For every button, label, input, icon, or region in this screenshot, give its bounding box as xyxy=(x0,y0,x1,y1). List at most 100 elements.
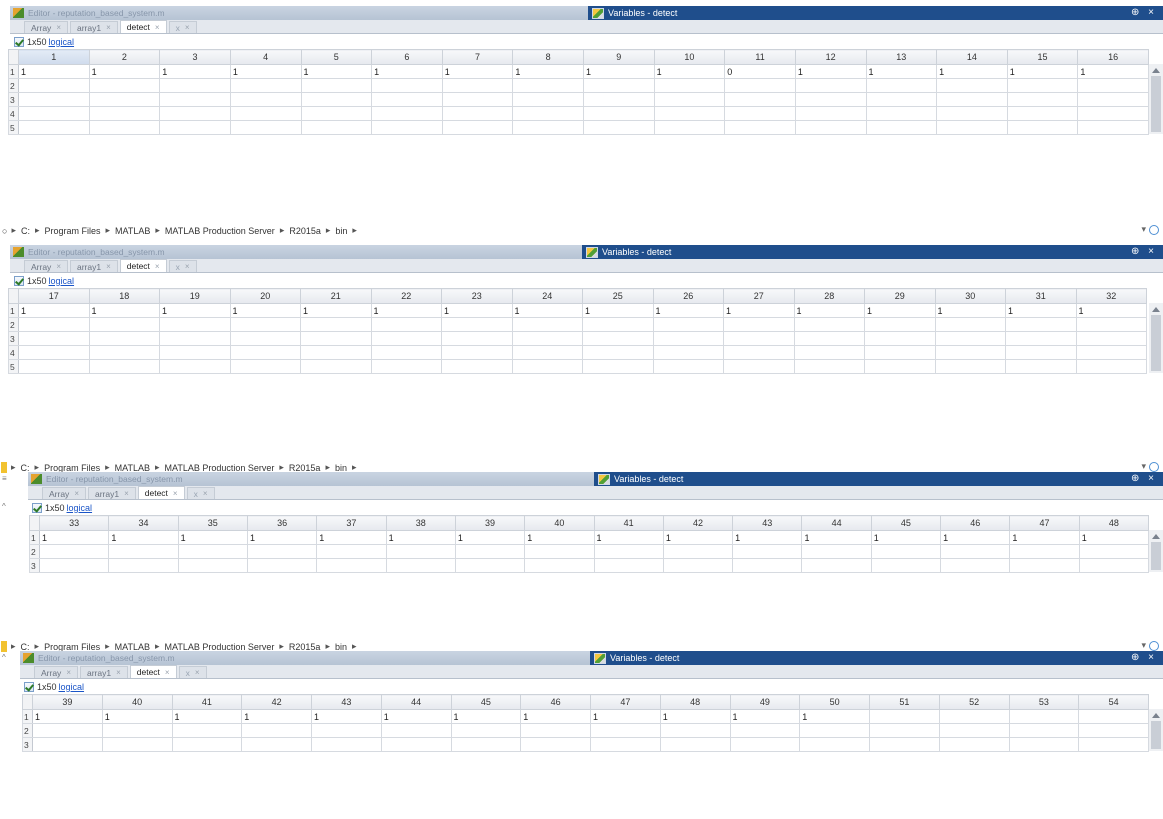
grid-cell[interactable] xyxy=(1075,317,1147,332)
search-icon[interactable] xyxy=(1149,640,1159,651)
grid-cell[interactable] xyxy=(371,78,443,93)
dropdown-arrow-icon[interactable]: ▾ xyxy=(1141,224,1146,235)
grid-corner[interactable] xyxy=(8,288,19,304)
grid-cell[interactable] xyxy=(583,120,655,135)
grid-cell[interactable] xyxy=(441,120,514,135)
breadcrumb-item[interactable]: MATLAB Production Server xyxy=(165,226,275,236)
grid-cell[interactable]: 1 xyxy=(371,64,443,79)
tab-array1[interactable]: array1 × xyxy=(69,21,118,33)
grid-cell[interactable] xyxy=(300,120,373,135)
grid-cell[interactable] xyxy=(936,78,1008,93)
grid-cell[interactable] xyxy=(653,92,726,107)
breadcrumb-item[interactable]: C: xyxy=(21,642,30,652)
tab-detect[interactable]: detect × xyxy=(129,665,177,678)
grid-cell[interactable] xyxy=(229,120,302,135)
grid-cell[interactable] xyxy=(370,345,442,360)
row-header[interactable]: 3 xyxy=(29,558,40,573)
grid-cell[interactable] xyxy=(18,317,90,332)
grid-cell[interactable] xyxy=(18,331,90,346)
grid-cell[interactable] xyxy=(370,359,442,374)
grid-cell[interactable] xyxy=(940,544,1011,559)
row-header[interactable]: 4 xyxy=(8,345,19,360)
tab-x[interactable]: x × xyxy=(178,666,207,678)
grid-cell[interactable] xyxy=(582,331,654,346)
grid-cell[interactable]: 1 xyxy=(729,709,801,724)
variable-type-link[interactable]: logical xyxy=(67,503,93,513)
grid-cell[interactable] xyxy=(869,737,940,752)
grid-cell[interactable] xyxy=(723,359,795,374)
scroll-up-icon[interactable] xyxy=(1152,307,1160,312)
column-header[interactable]: 41 xyxy=(171,694,243,710)
grid-cell[interactable] xyxy=(1077,78,1149,93)
column-header[interactable]: 32 xyxy=(1075,288,1147,304)
grid-cell[interactable] xyxy=(511,345,583,360)
grid-cell[interactable]: 1 xyxy=(101,709,173,724)
vertical-scrollbar[interactable] xyxy=(1149,303,1163,373)
tab-x[interactable]: x × xyxy=(168,21,197,33)
tab-array1[interactable]: array1 × xyxy=(69,260,118,272)
column-header[interactable]: 44 xyxy=(801,515,872,531)
column-header[interactable]: 45 xyxy=(450,694,522,710)
grid-cell[interactable] xyxy=(511,331,583,346)
grid-cell[interactable]: 1 xyxy=(865,64,938,79)
row-header[interactable]: 3 xyxy=(22,737,33,752)
grid-cell[interactable] xyxy=(177,544,248,559)
grid-cell[interactable] xyxy=(870,558,942,573)
breadcrumb-item[interactable]: Program Files xyxy=(44,642,100,652)
grid-cell[interactable] xyxy=(18,359,90,374)
editor-title-tab[interactable]: Editor - reputation_based_system.m xyxy=(10,245,582,259)
grid-cell[interactable]: 1 xyxy=(511,303,583,318)
grid-cell[interactable]: 1 xyxy=(1005,303,1077,318)
tab-detect[interactable]: detect × xyxy=(119,259,167,272)
grid-cell[interactable]: 1 xyxy=(108,530,179,545)
grid-cell[interactable] xyxy=(159,359,231,374)
grid-cell[interactable] xyxy=(316,558,387,573)
column-header[interactable]: 23 xyxy=(441,288,513,304)
tab-array[interactable]: Array × xyxy=(24,260,68,272)
grid-cell[interactable] xyxy=(662,544,734,559)
grid-cell[interactable] xyxy=(300,78,373,93)
grid-cell[interactable]: 1 xyxy=(1077,64,1149,79)
row-header[interactable]: 1 xyxy=(8,64,19,79)
column-header[interactable]: 20 xyxy=(229,288,301,304)
grid-cell[interactable]: 1 xyxy=(870,530,942,545)
column-header[interactable]: 29 xyxy=(864,288,936,304)
grid-cell[interactable] xyxy=(1078,737,1149,752)
grid-cell[interactable] xyxy=(799,723,870,738)
row-header[interactable]: 1 xyxy=(8,303,19,318)
breadcrumb-item[interactable]: MATLAB Production Server xyxy=(164,463,274,473)
grid-cell[interactable]: 1 xyxy=(380,709,452,724)
column-header[interactable]: 36 xyxy=(246,515,318,531)
grid-cell[interactable]: 1 xyxy=(799,709,870,724)
grid-cell[interactable] xyxy=(1078,709,1149,724)
grid-cell[interactable] xyxy=(652,359,724,374)
grid-cell[interactable] xyxy=(300,317,372,332)
grid-cell[interactable] xyxy=(1077,106,1149,121)
column-header[interactable]: 39 xyxy=(454,515,526,531)
column-header[interactable]: 25 xyxy=(582,288,654,304)
grid-cell[interactable] xyxy=(454,544,526,559)
breadcrumb-item[interactable]: R2015a xyxy=(289,463,321,473)
column-header[interactable]: 9 xyxy=(583,49,655,65)
grid-cell[interactable] xyxy=(316,544,387,559)
grid-cell[interactable] xyxy=(659,723,731,738)
grid-cell[interactable] xyxy=(865,106,938,121)
breadcrumb-item[interactable]: MATLAB Production Server xyxy=(164,642,274,652)
grid-cell[interactable] xyxy=(88,317,160,332)
grid-cell[interactable]: 1 xyxy=(793,303,865,318)
grid-cell[interactable] xyxy=(512,92,584,107)
breadcrumb-item[interactable]: Program Files xyxy=(44,463,100,473)
grid-cell[interactable]: 1 xyxy=(246,530,318,545)
tab-close-icon[interactable]: × xyxy=(155,23,160,32)
column-header[interactable]: 41 xyxy=(593,515,664,531)
grid-cell[interactable] xyxy=(512,78,584,93)
column-header[interactable]: 43 xyxy=(732,515,803,531)
row-header[interactable]: 2 xyxy=(22,723,33,738)
grid-cell[interactable]: 1 xyxy=(454,530,526,545)
grid-cell[interactable] xyxy=(864,331,936,346)
column-header[interactable]: 40 xyxy=(101,694,173,710)
grid-cell[interactable]: 1 xyxy=(512,64,584,79)
grid-cell[interactable] xyxy=(520,723,591,738)
grid-cell[interactable]: 1 xyxy=(652,303,724,318)
grid-cell[interactable] xyxy=(864,345,936,360)
